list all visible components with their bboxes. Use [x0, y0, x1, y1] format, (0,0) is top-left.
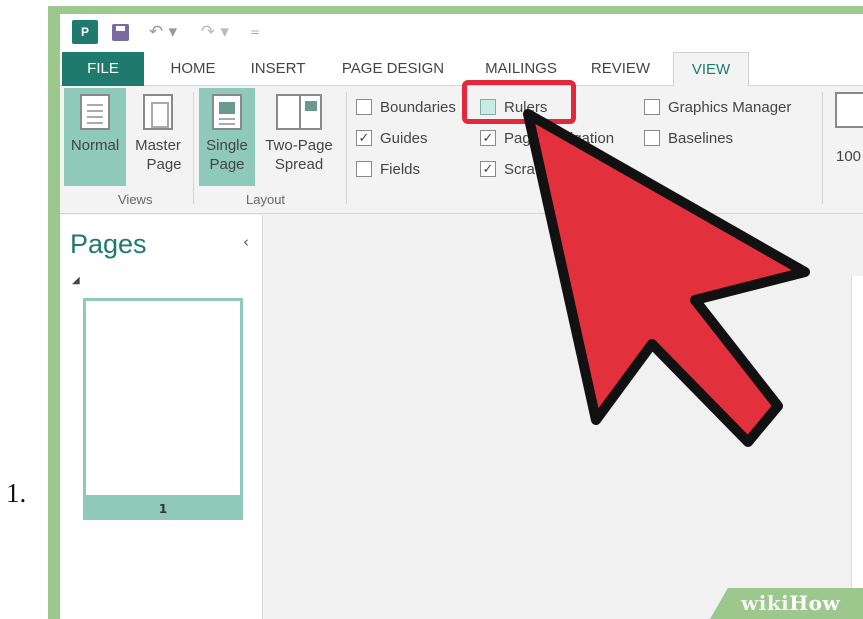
publisher-window: P ↶ ▾ ↷ ▾ = FILE HOME INSERT PAGE DESIGN… — [60, 14, 863, 619]
pointer-arrow-shape — [523, 109, 810, 447]
watermark-text: wikiHow — [741, 591, 841, 615]
step-number: 1. — [6, 478, 27, 508]
pointer-arrow-icon — [523, 109, 810, 447]
